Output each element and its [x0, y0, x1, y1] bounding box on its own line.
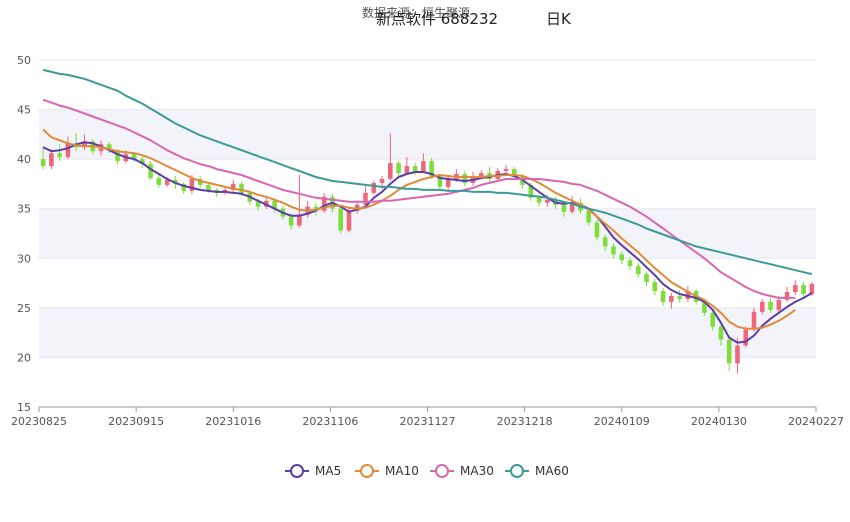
- candle-body: [768, 301, 773, 310]
- candle-body: [776, 299, 782, 310]
- candle-body: [809, 284, 815, 294]
- y-tick-label: 30: [17, 252, 31, 265]
- plot-band: [39, 109, 816, 160]
- candle-body: [206, 184, 211, 190]
- y-tick-label: 20: [17, 351, 31, 364]
- candle-body: [363, 192, 368, 205]
- candle-body: [288, 216, 294, 226]
- chart-canvas: 数据来源：恒生聚源 新点软件 688232 日K 152025303540455…: [11, 5, 844, 478]
- candle-body: [718, 326, 724, 340]
- candle-body: [611, 246, 616, 255]
- plot-band: [39, 307, 816, 358]
- x-axis: 20230825 20230915 20231016 20231106 20231127…: [11, 406, 844, 428]
- candle-body: [743, 329, 749, 346]
- y-tick-label: 25: [17, 302, 31, 315]
- legend-label: MA30: [460, 464, 494, 478]
- y-tick-label: 40: [17, 153, 31, 166]
- candle-body: [594, 222, 600, 238]
- legend-marker: [435, 464, 449, 478]
- legend-marker: [510, 464, 524, 478]
- chart-title: 新点软件 688232: [376, 10, 498, 28]
- legend-marker: [290, 464, 304, 478]
- candle-body: [338, 208, 343, 231]
- x-tick-label: 20231016: [205, 415, 261, 428]
- candle-body: [421, 161, 426, 172]
- legend-marker: [360, 464, 374, 478]
- candle-body: [503, 169, 509, 172]
- candle-body: [660, 291, 666, 302]
- candle-body: [396, 163, 401, 174]
- candle-body: [404, 166, 410, 174]
- legend-label: MA5: [315, 464, 341, 478]
- legend: MA5 MA10 MA30 MA60: [285, 464, 569, 478]
- candle-body: [619, 254, 625, 261]
- candle-body: [735, 345, 740, 364]
- candle-body: [379, 178, 385, 183]
- y-tick-label: 35: [17, 203, 31, 216]
- legend-label: MA10: [385, 464, 419, 478]
- candle-body: [644, 274, 649, 283]
- plot-band: [39, 208, 816, 259]
- x-tick-label: 20231218: [497, 415, 553, 428]
- candle-body: [710, 312, 715, 327]
- candle-body: [677, 295, 682, 299]
- x-tick-label: 20230825: [11, 415, 67, 428]
- chart-period-label: 日K: [546, 10, 572, 28]
- candle-body: [40, 159, 46, 167]
- candle-body: [636, 266, 641, 275]
- candle-body: [346, 210, 352, 231]
- x-tick-label: 20231127: [400, 415, 456, 428]
- legend-label: MA60: [535, 464, 569, 478]
- candle-body: [156, 177, 162, 185]
- candle-body: [49, 153, 54, 167]
- candle-body: [545, 199, 550, 203]
- chart: 数据来源：恒生聚源 新点软件 688232 日K 15 20 25 30 35 40 45 5…: [0, 0, 850, 518]
- candle-body: [561, 204, 567, 212]
- x-tick-label: 20240130: [691, 415, 747, 428]
- candle-body: [652, 282, 658, 292]
- candle-body: [759, 301, 765, 312]
- candle-body: [412, 166, 418, 172]
- candle-body: [65, 143, 71, 158]
- candle-body: [751, 311, 757, 330]
- candle-body: [239, 183, 244, 193]
- candle-body: [726, 339, 732, 364]
- candle-body: [536, 197, 542, 203]
- candle-body: [801, 285, 806, 294]
- candle-body: [586, 210, 591, 223]
- x-tick-label: 20240109: [594, 415, 650, 428]
- x-tick-label: 20240227: [788, 415, 844, 428]
- candle-body: [371, 182, 377, 193]
- candle-body: [793, 285, 798, 292]
- y-tick-label: 15: [17, 401, 31, 414]
- candle-body: [388, 163, 393, 179]
- y-tick-label: 50: [17, 54, 31, 67]
- candle-body: [57, 153, 62, 158]
- plot-bands: [39, 109, 816, 358]
- x-tick-label: 20230915: [108, 415, 164, 428]
- candle-body: [602, 237, 608, 247]
- y-tick-label: 45: [17, 104, 31, 117]
- candle-body: [627, 260, 633, 267]
- x-tick-label: 20231106: [302, 415, 358, 428]
- y-axis: 15 20 25 30 35 40 45 50: [17, 54, 31, 414]
- candle-body: [669, 295, 674, 302]
- candle-body: [478, 173, 484, 176]
